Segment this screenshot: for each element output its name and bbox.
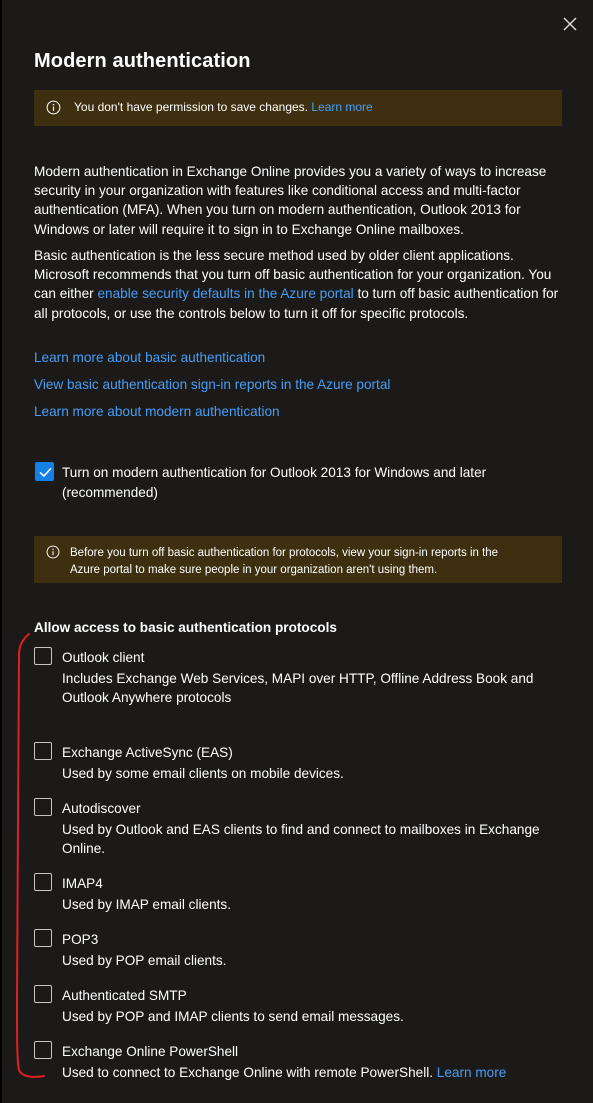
imap4-checkbox[interactable] (34, 873, 52, 891)
powershell-checkbox[interactable] (34, 1041, 52, 1059)
imap4-label: IMAP4 (62, 876, 103, 891)
powershell-label: Exchange Online PowerShell (62, 1044, 239, 1059)
autodiscover-desc-line-2: Online. (62, 841, 106, 856)
description-paragraph-1: Modern authentication in Exchange Online… (34, 164, 547, 237)
permission-banner: You don't have permission to save change… (34, 90, 562, 126)
autodiscover-desc-line-1: Used by Outlook and EAS clients to find … (62, 822, 540, 837)
autodiscover-label: Autodiscover (62, 801, 141, 816)
panel-edge (0, 0, 2, 1103)
pop3-desc: Used by POP email clients. (62, 953, 227, 968)
powershell-learn-more-link[interactable]: Learn more (437, 1065, 507, 1080)
exchange-activesync-desc: Used by some email clients on mobile dev… (62, 766, 344, 781)
authenticated-smtp-checkbox[interactable] (34, 985, 52, 1003)
modern-auth-label-line-2: (recommended) (62, 485, 158, 500)
outlook-client-label: Outlook client (62, 650, 145, 665)
outlook-client-desc-line-2: Outlook Anywhere protocols (62, 690, 232, 705)
authenticated-smtp-desc: Used by POP and IMAP clients to send ema… (62, 1009, 404, 1024)
authenticated-smtp-label: Authenticated SMTP (62, 988, 187, 1003)
view-signin-reports-link[interactable]: View basic authentication sign-in report… (34, 377, 390, 392)
exchange-activesync-label: Exchange ActiveSync (EAS) (62, 745, 233, 760)
learn-basic-auth-link[interactable]: Learn more about basic authentication (34, 350, 265, 365)
warning-line-2: Azure portal to make sure people in your… (70, 564, 438, 576)
powershell-desc: Used to connect to Exchange Online with … (62, 1063, 552, 1082)
protocols-heading: Allow access to basic authentication pro… (34, 620, 337, 635)
page-title: Modern authentication (34, 50, 251, 72)
modern-auth-label-line-1: Turn on modern authentication for Outloo… (62, 465, 487, 480)
learn-modern-auth-link[interactable]: Learn more about modern authentication (34, 404, 280, 419)
security-defaults-link[interactable]: enable security defaults in the Azure po… (97, 286, 353, 301)
modern-authentication-panel: Modern authentication You don't have per… (0, 0, 593, 1103)
info-icon (46, 100, 61, 115)
close-icon (563, 17, 577, 31)
warning-banner: Before you turn off basic authentication… (34, 536, 562, 583)
permission-learn-more-link[interactable]: Learn more (311, 100, 372, 114)
checkmark-icon (39, 468, 52, 477)
outlook-client-desc-line-1: Includes Exchange Web Services, MAPI ove… (62, 671, 534, 686)
warning-line-1: Before you turn off basic authentication… (70, 547, 499, 559)
outlook-client-checkbox[interactable] (34, 647, 52, 665)
close-button[interactable] (558, 12, 582, 36)
description-paragraph-2: Basic authentication is the less secure … (34, 246, 559, 323)
imap4-desc: Used by IMAP email clients. (62, 897, 231, 912)
autodiscover-checkbox[interactable] (34, 798, 52, 816)
permission-banner-text: You don't have permission to save change… (74, 100, 308, 114)
info-icon (46, 545, 60, 559)
exchange-activesync-checkbox[interactable] (34, 742, 52, 760)
modern-auth-checkbox[interactable] (35, 462, 54, 481)
powershell-desc-text: Used to connect to Exchange Online with … (62, 1065, 434, 1080)
pop3-label: POP3 (62, 932, 99, 947)
pop3-checkbox[interactable] (34, 929, 52, 947)
